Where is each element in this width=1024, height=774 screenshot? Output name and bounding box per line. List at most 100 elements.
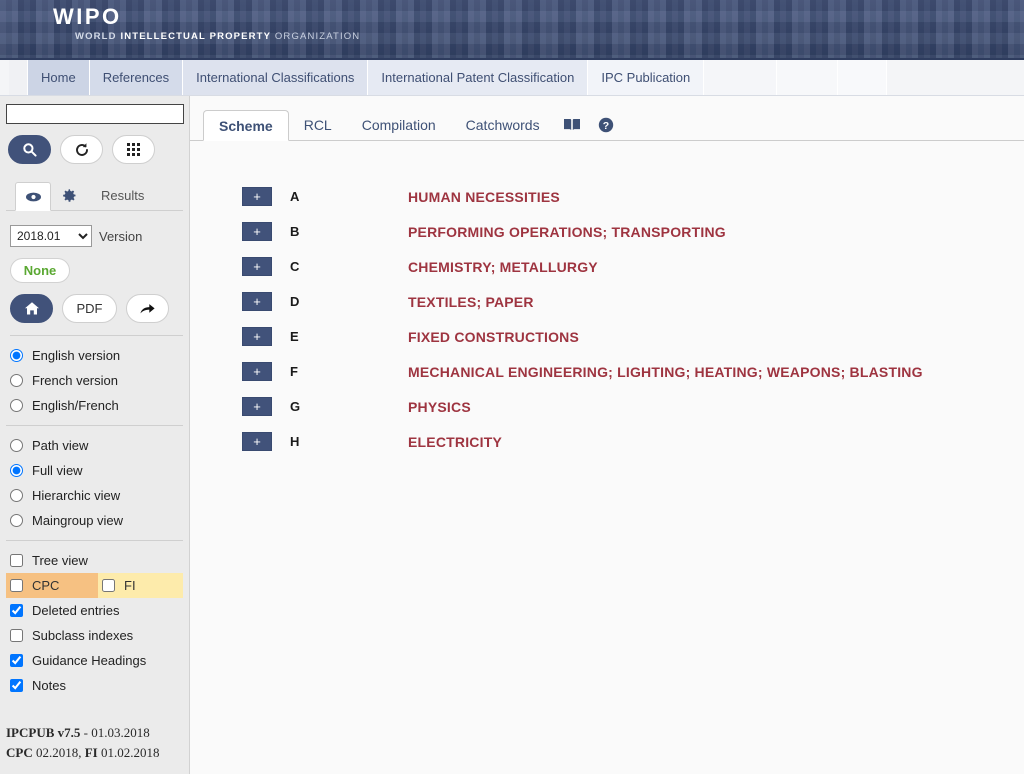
checkbox-tree-view-input[interactable] xyxy=(10,554,23,567)
expand-button-h-label: + xyxy=(253,434,261,449)
nav-ghost-item xyxy=(777,60,839,95)
checkbox-fi-label: FI xyxy=(124,578,136,593)
checkbox-deleted-entries-input[interactable] xyxy=(10,604,23,617)
expand-button-f[interactable]: + xyxy=(242,362,272,381)
radio-hierarchic-view-input[interactable] xyxy=(10,489,23,502)
expand-button-g-label: + xyxy=(253,399,261,414)
nav-item-international-patent-classification[interactable]: International Patent Classification xyxy=(368,60,589,95)
radio-english-version[interactable]: English version xyxy=(6,343,183,368)
language-options-group: English version French version English/F… xyxy=(6,336,183,426)
nav-item-ipc-publication[interactable]: IPC Publication xyxy=(588,60,705,95)
section-letter-e: E xyxy=(290,329,299,344)
help-icon[interactable]: ? xyxy=(589,109,623,140)
none-button[interactable]: None xyxy=(10,258,70,283)
logo-tagline: WORLD INTELLECTUAL PROPERTY ORGANIZATION xyxy=(75,32,360,42)
nav-tail xyxy=(704,60,1024,95)
home-button[interactable] xyxy=(10,294,53,323)
checkbox-notes-label: Notes xyxy=(32,678,66,693)
radio-french-version-input[interactable] xyxy=(10,374,23,387)
expand-button-c-label: + xyxy=(253,259,261,274)
checkbox-tree-view[interactable]: Tree view xyxy=(6,548,183,573)
tab-scheme-label: Scheme xyxy=(219,117,273,134)
section-title-f[interactable]: MECHANICAL ENGINEERING; LIGHTING; HEATIN… xyxy=(408,364,923,380)
scheme-row: + F MECHANICAL ENGINEERING; LIGHTING; HE… xyxy=(190,354,1024,389)
section-title-a[interactable]: HUMAN NECESSITIES xyxy=(408,189,560,205)
checkbox-cpc[interactable]: CPC xyxy=(6,573,98,598)
pdf-button[interactable]: PDF xyxy=(62,294,117,323)
logo-tagline-ip: INTELLECTUAL PROPERTY xyxy=(120,31,272,42)
radio-english-french-input[interactable] xyxy=(10,399,23,412)
section-title-c[interactable]: CHEMISTRY; METALLURGY xyxy=(408,259,598,275)
checkbox-fi-input[interactable] xyxy=(102,579,115,592)
site-masthead: WIPO WORLD INTELLECTUAL PROPERTY ORGANIZ… xyxy=(0,0,1024,60)
magnifier-icon xyxy=(22,142,38,158)
expand-button-a[interactable]: + xyxy=(242,187,272,206)
settings-tab[interactable] xyxy=(51,181,87,210)
radio-path-view-input[interactable] xyxy=(10,439,23,452)
grid-button[interactable] xyxy=(112,135,155,164)
expand-button-h[interactable]: + xyxy=(242,432,272,451)
checkbox-subclass-indexes-input[interactable] xyxy=(10,629,23,642)
radio-english-version-input[interactable] xyxy=(10,349,23,362)
expand-button-d[interactable]: + xyxy=(242,292,272,311)
tab-compilation[interactable]: Compilation xyxy=(347,109,451,140)
radio-maingroup-view-input[interactable] xyxy=(10,514,23,527)
wipo-logo[interactable]: WIPO WORLD INTELLECTUAL PROPERTY ORGANIZ… xyxy=(53,6,360,42)
radio-full-view-input[interactable] xyxy=(10,464,23,477)
radio-path-view-label: Path view xyxy=(32,438,89,453)
tab-scheme[interactable]: Scheme xyxy=(203,110,289,141)
checkbox-notes-input[interactable] xyxy=(10,679,23,692)
expand-button-g[interactable]: + xyxy=(242,397,272,416)
radio-maingroup-view[interactable]: Maingroup view xyxy=(6,508,183,533)
checkbox-notes[interactable]: Notes xyxy=(6,673,183,698)
checkbox-fi[interactable]: FI xyxy=(98,573,183,598)
checkbox-subclass-indexes[interactable]: Subclass indexes xyxy=(6,623,183,648)
section-title-h[interactable]: ELECTRICITY xyxy=(408,434,502,450)
checkbox-guidance-headings-label: Guidance Headings xyxy=(32,653,147,668)
nav-left-edge xyxy=(9,60,28,95)
sidebar-button-row xyxy=(8,135,183,164)
expand-button-e[interactable]: + xyxy=(242,327,272,346)
nav-item-references[interactable]: References xyxy=(89,60,184,95)
view-tab[interactable] xyxy=(15,182,51,211)
radio-path-view[interactable]: Path view xyxy=(6,433,183,458)
section-title-g[interactable]: PHYSICS xyxy=(408,399,471,415)
checkbox-guidance-headings[interactable]: Guidance Headings xyxy=(6,648,183,673)
refresh-button[interactable] xyxy=(60,135,103,164)
nav-item-home[interactable]: Home xyxy=(28,60,90,95)
section-title-b[interactable]: PERFORMING OPERATIONS; TRANSPORTING xyxy=(408,224,726,240)
radio-hierarchic-view[interactable]: Hierarchic view xyxy=(6,483,183,508)
tab-catchwords[interactable]: Catchwords xyxy=(451,109,555,140)
nav-item-international-classifications[interactable]: International Classifications xyxy=(183,60,369,95)
radio-french-version[interactable]: French version xyxy=(6,368,183,393)
checkbox-cpc-input[interactable] xyxy=(10,579,23,592)
checkbox-guidance-headings-input[interactable] xyxy=(10,654,23,667)
scheme-row: + A HUMAN NECESSITIES xyxy=(190,179,1024,214)
footer-line-2: CPC 02.2018, FI 01.02.2018 xyxy=(6,743,159,763)
tab-compilation-label: Compilation xyxy=(361,116,436,133)
section-title-e[interactable]: FIXED CONSTRUCTIONS xyxy=(408,329,579,345)
section-title-d[interactable]: TEXTILES; PAPER xyxy=(408,294,534,310)
footer-line-1: IPCPUB v7.5 - 01.03.2018 xyxy=(6,723,159,743)
radio-maingroup-view-label: Maingroup view xyxy=(32,513,124,528)
search-button[interactable] xyxy=(8,135,51,164)
checkbox-deleted-entries-label: Deleted entries xyxy=(32,603,120,618)
tab-rcl[interactable]: RCL xyxy=(289,109,347,140)
search-input[interactable] xyxy=(6,104,184,124)
book-icon[interactable] xyxy=(555,109,589,140)
radio-english-french[interactable]: English/French xyxy=(6,393,183,418)
view-options-group: Path view Full view Hierarchic view Main… xyxy=(6,426,183,541)
nav-item-international-patent-classification-label: International Patent Classification xyxy=(381,70,575,85)
expand-button-c[interactable]: + xyxy=(242,257,272,276)
nav-item-home-label: Home xyxy=(41,70,76,85)
none-button-label: None xyxy=(23,263,57,278)
expand-button-b[interactable]: + xyxy=(242,222,272,241)
version-select[interactable]: 2018.01 xyxy=(10,225,92,247)
results-tab[interactable]: Results xyxy=(87,181,144,210)
share-button[interactable] xyxy=(126,294,169,323)
section-letter-f: F xyxy=(290,364,298,379)
top-navigation: Home References International Classifica… xyxy=(0,60,1024,96)
radio-full-view[interactable]: Full view xyxy=(6,458,183,483)
logo-tagline-world: WORLD xyxy=(75,31,117,42)
checkbox-deleted-entries[interactable]: Deleted entries xyxy=(6,598,183,623)
